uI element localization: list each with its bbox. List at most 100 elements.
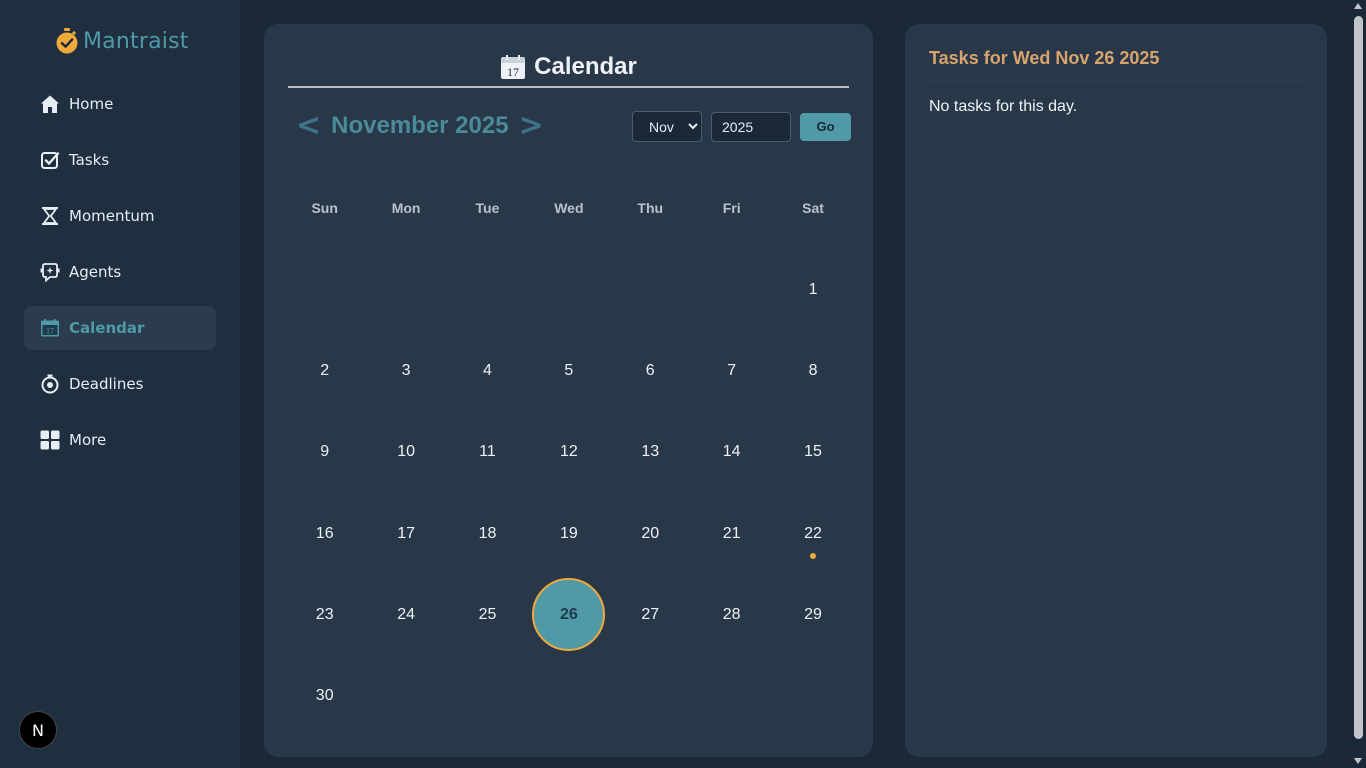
day-number: 12 xyxy=(559,443,578,461)
sidebar-nav: Home Tasks Momentum Agents 17 Calendar D… xyxy=(24,82,216,474)
day-cell[interactable]: 4 xyxy=(447,330,528,411)
day-number: 20 xyxy=(641,524,660,542)
day-cell[interactable]: 8 xyxy=(772,330,853,411)
month-jump-controls: JanFebMarAprMayJunJulAugSepOctNovDec Go xyxy=(632,111,851,142)
day-cell[interactable]: 22 xyxy=(772,493,853,574)
day-cell[interactable]: 12 xyxy=(528,412,609,493)
weekday-label: Mon xyxy=(391,200,421,216)
day-cell[interactable]: 11 xyxy=(447,412,528,493)
month-navigation: < November 2025 > xyxy=(296,108,544,144)
sidebar-item-label: More xyxy=(69,431,107,449)
day-number: 1 xyxy=(808,280,818,298)
calendar-panel: 17 Calendar < November 2025 > JanFebMarA… xyxy=(264,24,873,757)
day-cell[interactable]: 27 xyxy=(610,574,691,655)
page-title: Calendar xyxy=(534,53,637,80)
grid-icon xyxy=(39,429,61,451)
hourglass-icon xyxy=(39,205,61,227)
sidebar-item-label: Deadlines xyxy=(69,375,144,393)
weekday-header: Sun Mon Tue Wed Thu Fri Sat xyxy=(284,200,854,216)
weekday-label: Fri xyxy=(722,200,741,216)
day-number: 6 xyxy=(645,361,655,379)
day-cell[interactable]: 15 xyxy=(772,412,853,493)
prev-month-button[interactable]: < xyxy=(296,111,321,141)
day-number: 4 xyxy=(483,361,492,379)
sidebar-item-label: Agents xyxy=(69,263,122,281)
tasks-heading: Tasks for Wed Nov 26 2025 xyxy=(929,48,1303,82)
weekday-label: Sun xyxy=(311,200,338,216)
day-number: 11 xyxy=(479,443,496,461)
agent-icon xyxy=(39,261,61,283)
sidebar-item-label: Calendar xyxy=(69,319,145,337)
calendar-grid: 1 2 3 4 5 6 7 8 9 10 11 12 13 14 15 16 17 18 19 20 21 22 23 24 2… xyxy=(284,249,854,737)
sidebar-item-deadlines[interactable]: Deadlines xyxy=(24,362,216,406)
day-number: 19 xyxy=(559,524,578,542)
scroll-down-arrow[interactable] xyxy=(1354,758,1362,764)
scroll-thumb[interactable] xyxy=(1354,16,1363,739)
task-indicator-dot xyxy=(810,552,817,559)
day-cell[interactable]: 1 xyxy=(772,249,853,330)
day-number: 10 xyxy=(397,443,415,461)
day-number: 30 xyxy=(315,687,334,705)
day-number: 29 xyxy=(804,605,822,623)
day-cell[interactable]: 28 xyxy=(691,574,772,655)
sidebar-item-agents[interactable]: Agents xyxy=(24,250,216,294)
day-number: 22 xyxy=(804,524,822,542)
day-cell[interactable]: 9 xyxy=(284,412,365,493)
sidebar-item-momentum[interactable]: Momentum xyxy=(24,194,216,238)
day-cell[interactable]: 30 xyxy=(284,655,365,736)
sidebar-item-label: Tasks xyxy=(69,151,110,169)
day-cell[interactable]: 2 xyxy=(284,330,365,411)
brand-logo[interactable]: Mantraist xyxy=(55,26,189,56)
day-cell[interactable]: 24 xyxy=(365,574,446,655)
month-select[interactable]: JanFebMarAprMayJunJulAugSepOctNovDec xyxy=(632,111,702,142)
sidebar-item-more[interactable]: More xyxy=(24,418,216,462)
sidebar-item-calendar[interactable]: 17 Calendar xyxy=(24,306,216,350)
empty-day-cell xyxy=(365,249,446,330)
day-cell[interactable]: 10 xyxy=(365,412,446,493)
checkbox-icon xyxy=(39,149,61,171)
empty-day-cell xyxy=(284,249,365,330)
day-cell[interactable]: 16 xyxy=(284,493,365,574)
selected-day-cell[interactable]: 26 xyxy=(528,574,609,655)
day-number: 3 xyxy=(401,361,411,379)
brand-name: Mantraist xyxy=(83,28,189,54)
day-cell[interactable]: 6 xyxy=(610,330,691,411)
next-month-button[interactable]: > xyxy=(519,111,544,141)
day-cell[interactable]: 18 xyxy=(447,493,528,574)
day-cell[interactable]: 5 xyxy=(528,330,609,411)
dev-tools-badge[interactable]: N xyxy=(19,711,57,749)
day-cell[interactable]: 17 xyxy=(365,493,446,574)
year-input[interactable] xyxy=(711,111,791,142)
sidebar-item-tasks[interactable]: Tasks xyxy=(24,138,216,182)
day-cell[interactable]: 25 xyxy=(447,574,528,655)
day-cell[interactable]: 7 xyxy=(691,330,772,411)
day-cell[interactable]: 13 xyxy=(610,412,691,493)
weekday-label: Wed xyxy=(554,200,584,216)
day-number: 24 xyxy=(397,605,415,623)
weekday-label: Thu xyxy=(637,200,664,216)
day-cell[interactable]: 29 xyxy=(772,574,853,655)
tasks-panel: Tasks for Wed Nov 26 2025 No tasks for t… xyxy=(905,24,1327,757)
day-number: 13 xyxy=(641,443,660,461)
day-cell[interactable]: 20 xyxy=(610,493,691,574)
sidebar-item-home[interactable]: Home xyxy=(24,82,216,126)
empty-day-cell xyxy=(691,249,772,330)
weekday-label: Sat xyxy=(802,200,824,216)
day-cell[interactable]: 19 xyxy=(528,493,609,574)
page-scrollbar[interactable] xyxy=(1351,0,1366,768)
day-number: 21 xyxy=(722,524,741,542)
scroll-up-arrow[interactable] xyxy=(1354,3,1362,9)
empty-day-cell xyxy=(528,249,609,330)
day-cell[interactable]: 14 xyxy=(691,412,772,493)
day-cell[interactable]: 21 xyxy=(691,493,772,574)
day-cell[interactable]: 23 xyxy=(284,574,365,655)
day-number: 9 xyxy=(320,443,330,461)
day-number: 2 xyxy=(320,361,330,379)
day-cell[interactable]: 3 xyxy=(365,330,446,411)
day-number: 23 xyxy=(315,605,334,623)
day-number: 15 xyxy=(804,443,822,461)
current-month-label: November 2025 xyxy=(331,112,509,139)
day-number: 16 xyxy=(315,524,334,542)
svg-text:17: 17 xyxy=(46,327,54,336)
go-button[interactable]: Go xyxy=(800,112,851,141)
